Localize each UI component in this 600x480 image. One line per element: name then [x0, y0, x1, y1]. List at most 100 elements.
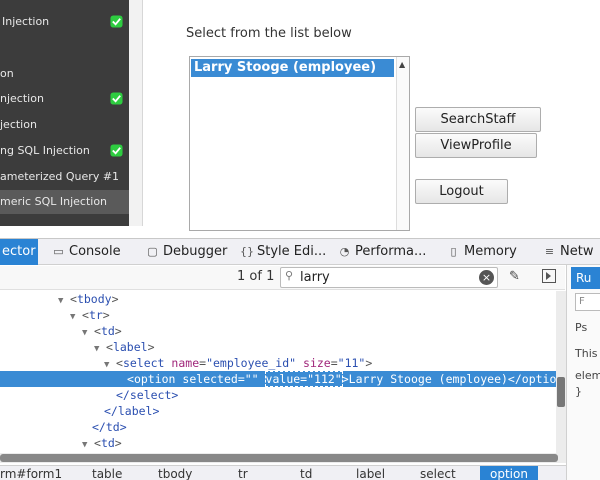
tag-name: tr	[88, 308, 103, 322]
tab-network[interactable]: ≡ Netw	[543, 239, 594, 265]
tree-node[interactable]: </select>	[0, 387, 556, 403]
scrollbar-thumb[interactable]	[557, 377, 565, 407]
sidebar-item[interactable]: on	[0, 62, 129, 86]
view-profile-button[interactable]: ViewProfile	[415, 133, 537, 158]
attr-name: value	[265, 372, 301, 386]
list-option-selected[interactable]: Larry Stooge (employee)	[191, 59, 394, 77]
node-text: Larry Stooge (employee)	[348, 372, 508, 386]
rules-filter-input[interactable]: F	[575, 293, 600, 311]
employee-listbox[interactable]: Larry Stooge (employee) ▲	[189, 56, 410, 231]
sidebar-item[interactable]: ng SQL Injection	[0, 139, 129, 163]
tab-performance[interactable]: ◔ Performa...	[338, 239, 427, 265]
sidebar-item-active[interactable]: meric SQL Injection	[0, 190, 129, 214]
attr-value: "11"	[337, 356, 366, 370]
markup-tree: ▼ <tbody> ▼ <tr> ▼ <td> ▼ <label> ▼ <select n…	[0, 291, 556, 453]
tag-bracket: >	[102, 308, 110, 322]
tab-label: Performa...	[355, 244, 427, 259]
braces-icon: {}	[240, 245, 254, 258]
search-input[interactable]	[300, 269, 470, 286]
scrollbar-thumb[interactable]	[0, 454, 558, 462]
devtools-tabbar: ector ▭ Console ▢ Debugger {} Style Edi... …	[0, 239, 600, 265]
sidebar-item[interactable]: Injection	[0, 10, 129, 34]
rule-text: elem	[575, 369, 600, 382]
attr-name: size	[303, 356, 331, 370]
tag-bracket: >	[114, 324, 122, 338]
sidebar-item[interactable]: jection	[0, 113, 129, 137]
tree-node[interactable]: ▼ <td>	[0, 435, 556, 451]
sidebar-item-label: on	[0, 67, 14, 80]
tree-node[interactable]: ▼ <select name="employee_id" size="11">	[0, 355, 556, 371]
breadcrumb-item[interactable]: td	[300, 466, 312, 480]
tree-node[interactable]: ▼ <td>	[0, 323, 556, 339]
tree-node[interactable]: </td>	[0, 419, 556, 435]
closing-tag: </label>	[104, 404, 160, 418]
search-box[interactable]: ⚲ ×	[280, 267, 498, 288]
tab-label: Console	[69, 244, 121, 259]
attr-value: "112"	[307, 372, 342, 386]
tag-bracket: >	[111, 292, 119, 306]
search-staff-button[interactable]: SearchStaff	[415, 107, 541, 132]
tree-vertical-scrollbar[interactable]	[556, 291, 566, 453]
eyedropper-icon[interactable]: ✎	[509, 269, 520, 284]
sidebar-item-label: jection	[0, 118, 37, 131]
breadcrumb-item[interactable]: table	[92, 466, 122, 480]
tab-inspector[interactable]: ector	[0, 239, 38, 265]
tree-node[interactable]: ▼ <label>	[0, 339, 556, 355]
memory-chip-icon: ▯	[450, 245, 457, 258]
breadcrumb-item[interactable]: rm#form1	[0, 466, 62, 480]
breadcrumb-item[interactable]: tr	[238, 466, 248, 480]
lesson-sidebar: Injection on njection jection ng SQL Inj…	[0, 0, 129, 226]
tab-label: Debugger	[163, 244, 228, 259]
sidebar-item-label: ng SQL Injection	[0, 144, 90, 157]
checkmark-icon	[110, 15, 123, 28]
sidebar-item-label: meric SQL Injection	[0, 195, 108, 208]
breadcrumb-item[interactable]: label	[356, 466, 385, 480]
tag-bracket: <	[94, 324, 101, 338]
tag-bracket: <	[94, 436, 101, 450]
tab-rules[interactable]: Ru	[571, 267, 600, 289]
toggle-sidebar-icon[interactable]	[542, 269, 556, 283]
logout-button[interactable]: Logout	[415, 179, 508, 204]
tag-name: option	[133, 372, 176, 386]
clear-search-icon[interactable]: ×	[479, 270, 494, 285]
checkmark-icon	[110, 144, 123, 157]
closing-tag: </select>	[116, 388, 179, 402]
tree-node-selected[interactable]: <option selected="" value="112">Larry St…	[0, 371, 556, 387]
listbox-scrollbar[interactable]: ▲	[396, 57, 409, 230]
attr-highlight[interactable]: value="112"	[264, 371, 343, 387]
instruction-text: Select from the list below	[186, 26, 352, 41]
tag-name: select	[122, 356, 165, 370]
tab-label: Netw	[560, 244, 594, 259]
tab-memory[interactable]: ▯ Memory	[447, 239, 517, 265]
breadcrumb-item[interactable]: select	[420, 466, 456, 480]
tag-name: tbody	[76, 292, 112, 306]
expand-triangle-icon[interactable]: ▼	[82, 437, 94, 453]
tag-bracket: <	[82, 308, 89, 322]
rules-pane: Ru F Ps This elem }	[566, 265, 600, 480]
scroll-up-arrow-icon[interactable]: ▲	[399, 60, 405, 69]
tab-label: Memory	[464, 244, 517, 259]
rule-text: Ps	[575, 321, 588, 334]
tree-horizontal-scrollbar[interactable]	[0, 453, 566, 463]
tab-debugger[interactable]: ▢ Debugger	[146, 239, 227, 265]
breadcrumb: rm#form1 table tbody tr td label select …	[0, 465, 566, 480]
tab-console[interactable]: ▭ Console	[52, 239, 121, 265]
devtools-panel: ector ▭ Console ▢ Debugger {} Style Edi... …	[0, 238, 600, 480]
tag-bracket: <	[106, 340, 113, 354]
tree-node[interactable]: ▼ <tr>	[0, 307, 556, 323]
tree-node[interactable]: ▼ <tbody>	[0, 291, 556, 307]
tab-label: ector	[2, 244, 36, 259]
tag-name: td	[100, 324, 115, 338]
tab-style-editor[interactable]: {} Style Edi...	[240, 239, 326, 265]
tag-bracket: >	[147, 340, 155, 354]
sidebar-item-label: ameterized Query #1	[0, 170, 120, 183]
sidebar-item[interactable]: ameterized Query #1	[0, 165, 129, 189]
breadcrumb-item[interactable]: tbody	[158, 466, 192, 480]
tag-bracket: <	[70, 292, 77, 306]
tree-node[interactable]: </label>	[0, 403, 556, 419]
breadcrumb-item-active[interactable]: option	[480, 466, 538, 480]
attr-name: name	[171, 356, 200, 370]
sidebar-item-label: njection	[0, 92, 44, 105]
screen: Injection on njection jection ng SQL Inj…	[0, 0, 600, 480]
sidebar-item[interactable]: njection	[0, 87, 129, 111]
